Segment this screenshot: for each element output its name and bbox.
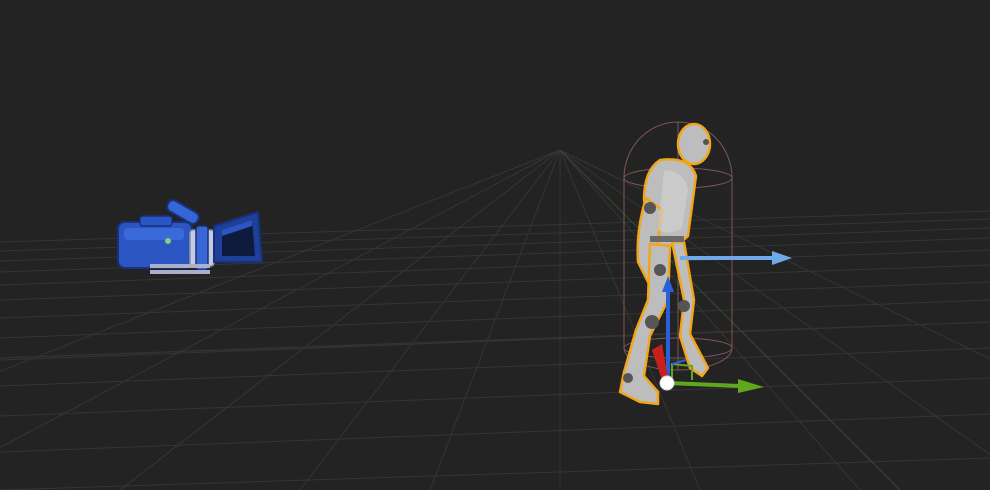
viewport-scene[interactable] — [0, 0, 990, 490]
gizmo-x-axis[interactable] — [652, 344, 668, 380]
camera-icon[interactable] — [117, 198, 264, 274]
level-viewport[interactable] — [0, 0, 990, 490]
gizmo-pivot-handle[interactable] — [659, 375, 675, 391]
ground-grid — [0, 149, 990, 490]
transform-gizmo[interactable] — [652, 276, 764, 393]
forward-direction-arrow — [680, 251, 792, 265]
gizmo-y-axis[interactable] — [667, 381, 741, 388]
